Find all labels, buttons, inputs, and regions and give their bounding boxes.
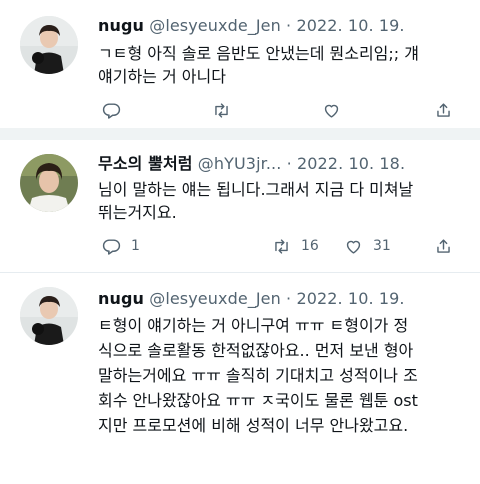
tweet-text-line: ㅌ형이 얘기하는 거 아니구여 ㅠㅠ ㅌ형이가 정 [98, 316, 409, 335]
tweet-text-line: 지만 프로모션에 비해 성적이 너무 안나왔고요. [98, 416, 409, 435]
share-icon [437, 238, 450, 253]
avatar[interactable] [20, 16, 78, 74]
handle[interactable]: @lesyeuxde_Jen [149, 16, 281, 35]
heart-icon [346, 240, 361, 254]
share-button[interactable] [434, 235, 453, 257]
retweet-icon [215, 102, 228, 118]
heart-icon [324, 104, 339, 118]
retweet-button[interactable] [212, 99, 231, 121]
tweet-text: 님이 말하는 얘는 됩니다.그래서 지금 다 미쳐날 뛰는거지요. [98, 178, 468, 224]
tweet-date[interactable]: 2022. 10. 18. [297, 154, 405, 173]
reply-button[interactable]: 1 [102, 235, 140, 257]
tweet-text-line: 말하는거에요 ㅠㅠ 솔직히 기대치고 성적이나 조 [98, 366, 418, 385]
like-button[interactable] [322, 99, 341, 121]
tweet-actions: 1 16 31 [98, 235, 458, 257]
reply-button[interactable] [102, 99, 121, 121]
tweet-text-line: 얘기하는 거 아니다 [98, 67, 226, 86]
tweet-header: nugu @lesyeuxde_Jen · 2022. 10. 19. [98, 16, 405, 36]
tweet-header: 무소의 뿔처럼 @hYU3jr... · 2022. 10. 18. [98, 154, 405, 174]
tweet-header: nugu @lesyeuxde_Jen · 2022. 10. 19. [98, 289, 405, 309]
thread-divider [0, 128, 480, 140]
tweet-date[interactable]: 2022. 10. 19. [296, 289, 404, 308]
display-name[interactable]: nugu [98, 289, 144, 308]
reply-icon [102, 238, 121, 255]
tweet-1[interactable]: nugu @lesyeuxde_Jen · 2022. 10. 19. ㄱㅌ형 … [0, 0, 480, 122]
separator-dot: · [280, 16, 297, 35]
tweet-text: ㄱㅌ형 아직 솔로 음반도 안냈는데 뭔소리임;; 걔 얘기하는 거 아니다 [98, 42, 468, 88]
reply-icon [102, 102, 121, 119]
tweet-text-line: ㄱㅌ형 아직 솔로 음반도 안냈는데 뭔소리임;; 걔 [98, 44, 419, 63]
tweet-text: ㅌ형이 얘기하는 거 아니구여 ㅠㅠ ㅌ형이가 정 식으로 솔로활동 한적없잖아… [98, 313, 468, 438]
display-name[interactable]: 무소의 뿔처럼 [98, 154, 193, 173]
tweet-actions [98, 99, 458, 121]
like-button[interactable]: 31 [344, 235, 391, 257]
tweet-3[interactable]: nugu @lesyeuxde_Jen · 2022. 10. 19. ㅌ형이 … [0, 273, 480, 484]
tweet-text-line: 님이 말하는 얘는 됩니다.그래서 지금 다 미쳐날 [98, 180, 414, 199]
tweet-text-line: 식으로 솔로활동 한적없잖아요.. 먼저 보낸 형아 [98, 341, 414, 360]
handle[interactable]: @hYU3jr... [198, 154, 282, 173]
tweet-date[interactable]: 2022. 10. 19. [296, 16, 404, 35]
reply-count: 1 [131, 238, 140, 254]
display-name[interactable]: nugu [98, 16, 144, 35]
retweet-count: 16 [301, 238, 319, 254]
tweet-text-line: 뛰는거지요. [98, 203, 177, 222]
tweet-2[interactable]: 무소의 뿔처럼 @hYU3jr... · 2022. 10. 18. 님이 말하… [0, 140, 480, 284]
tweet-text-line: 회수 안나왔잖아요 ㅠㅠ ㅈ국이도 물론 웹툰 ost [98, 391, 418, 410]
retweet-icon [275, 238, 288, 254]
like-count: 31 [373, 238, 391, 254]
handle[interactable]: @lesyeuxde_Jen [149, 289, 281, 308]
retweet-button[interactable]: 16 [272, 235, 319, 257]
avatar[interactable] [20, 154, 78, 212]
share-button[interactable] [434, 99, 453, 121]
avatar[interactable] [20, 287, 78, 345]
separator-dot: · [280, 289, 297, 308]
share-icon [437, 102, 450, 117]
separator-dot: · [281, 154, 297, 173]
